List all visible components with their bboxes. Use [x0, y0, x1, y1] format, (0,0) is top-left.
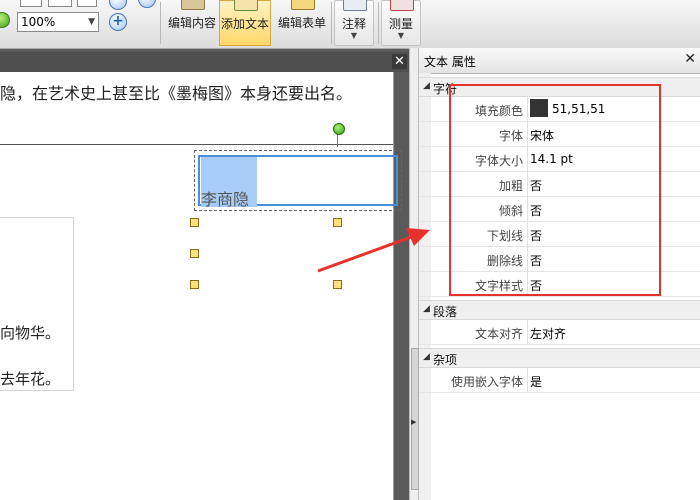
close-document-button[interactable]: ✕ — [392, 54, 407, 69]
category-paragraph[interactable]: ◢ 段落 — [419, 300, 700, 320]
page-mini-icon-2[interactable] — [77, 0, 97, 7]
category-misc[interactable]: ◢ 杂项 — [419, 348, 700, 368]
add-text-icon — [234, 0, 258, 11]
collapse-icon[interactable]: ◢ — [423, 304, 430, 314]
zoom-select[interactable]: 100% ▼ — [17, 12, 99, 32]
chevron-down-icon: ▼ — [397, 31, 405, 40]
close-icon: ✕ — [394, 54, 405, 69]
chevron-right-icon: ▶ — [411, 418, 417, 426]
selected-text[interactable]: 李商隐 — [201, 186, 249, 210]
annotate-icon — [343, 0, 367, 11]
zoom-value: 100% — [21, 15, 56, 29]
add-text-button[interactable]: 添加文本 — [219, 0, 271, 46]
green-action-icon[interactable] — [0, 12, 10, 28]
dropdown-mini-icon[interactable] — [48, 0, 72, 7]
zoom-out-icon[interactable] — [109, 0, 127, 10]
page-mini-icon[interactable] — [20, 0, 42, 7]
rotate-handle[interactable] — [333, 123, 345, 135]
resize-handle-top[interactable] — [333, 218, 342, 227]
poem-line: 去年花。 — [0, 370, 61, 388]
resize-handle-left[interactable] — [190, 249, 199, 258]
measure-icon — [390, 0, 414, 11]
collapse-icon[interactable]: ◢ — [423, 81, 430, 91]
resize-handle-bottom-left[interactable] — [190, 280, 199, 289]
document-tab-strip — [0, 52, 410, 72]
zoom-in-button[interactable]: + — [109, 13, 127, 31]
plus-icon: + — [112, 13, 124, 29]
close-panel-button[interactable]: ✕ — [684, 51, 696, 67]
chevron-down-icon: ▼ — [350, 31, 358, 40]
property-row-text-align[interactable]: 文本对齐 左对齐 — [419, 320, 700, 345]
panel-header: 文本 属性 ✕ — [419, 48, 700, 74]
resize-handle-bottom[interactable] — [333, 280, 342, 289]
close-icon: ✕ — [684, 51, 696, 67]
annotate-button[interactable]: 注释 ▼ — [334, 0, 374, 46]
edit-form-icon — [291, 0, 315, 10]
poem-text-box[interactable]: 向物华。 去年花。 — [0, 217, 74, 391]
document-text-line: 隐，在艺术史上甚至比《墨梅图》本身还要出名。 — [0, 84, 353, 103]
collapse-icon[interactable]: ◢ — [423, 352, 430, 362]
panel-title: 文本 属性 — [424, 55, 476, 69]
panel-splitter[interactable]: ▶ — [409, 48, 419, 500]
fit-icon[interactable] — [138, 0, 156, 8]
chevron-down-icon: ▼ — [88, 17, 95, 27]
measure-button[interactable]: 测量 ▼ — [381, 0, 421, 46]
resize-handle-top-left[interactable] — [190, 218, 199, 227]
edit-content-button[interactable]: 编辑内容 — [166, 0, 218, 46]
property-row-embedded-font[interactable]: 使用嵌入字体 是 — [419, 368, 700, 393]
edit-content-icon — [181, 0, 205, 10]
poem-line: 向物华。 — [0, 324, 61, 342]
annotation-highlight-box — [449, 84, 661, 296]
divider — [0, 144, 393, 145]
edit-form-button[interactable]: 编辑表单 — [275, 0, 329, 46]
toolbar: 100% ▼ + 编辑内容 添加文本 编辑表单 注释 ▼ 测量 ▼ — [0, 0, 700, 49]
